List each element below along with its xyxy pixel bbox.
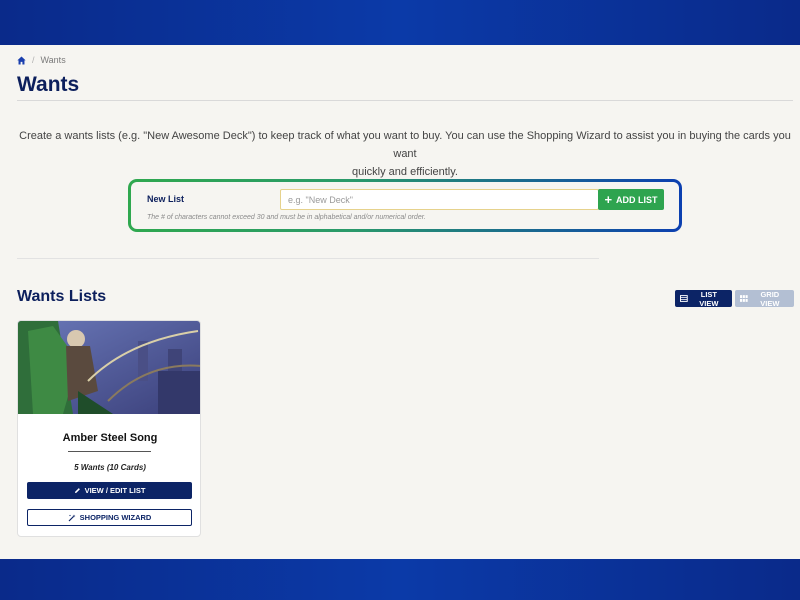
wants-list-card: Amber Steel Song 5 Wants (10 Cards) VIEW… xyxy=(17,320,201,537)
view-toggle: LIST VIEW GRID VIEW xyxy=(675,289,794,308)
shopping-wizard-label: SHOPPING WIZARD xyxy=(79,513,152,522)
card-title: Amber Steel Song xyxy=(62,432,158,444)
breadcrumb-separator: / xyxy=(32,55,35,65)
plus-icon: + xyxy=(604,192,613,207)
card-artwork xyxy=(18,321,200,414)
list-view-button[interactable]: LIST VIEW xyxy=(675,289,732,308)
breadcrumb-current: Wants xyxy=(40,55,66,65)
list-icon xyxy=(680,295,688,302)
add-list-label: ADD LIST xyxy=(616,194,658,205)
grid-view-button[interactable]: GRID VIEW xyxy=(735,289,794,308)
grid-icon xyxy=(740,295,748,302)
new-list-input[interactable] xyxy=(280,189,599,210)
magic-wand-icon xyxy=(68,514,76,521)
card-want-count: 5 Wants (10 Cards) xyxy=(74,463,146,472)
card-divider xyxy=(68,451,151,452)
wants-lists-title: Wants Lists xyxy=(17,288,107,305)
intro-line-1: Create a wants lists (e.g. "New Awesome … xyxy=(19,130,791,160)
main-content: / Wants Wants Create a wants lists (e.g.… xyxy=(0,45,800,559)
new-list-label: New List xyxy=(147,194,185,204)
list-view-label: LIST VIEW xyxy=(699,289,719,308)
view-edit-list-label: VIEW / EDIT LIST xyxy=(84,486,146,495)
add-list-button[interactable]: + ADD LIST xyxy=(598,189,664,210)
new-list-hint: The # of characters cannot exceed 30 and… xyxy=(147,214,426,221)
intro-text: Create a wants lists (e.g. "New Awesome … xyxy=(17,127,793,181)
grid-view-label: GRID VIEW xyxy=(760,289,780,308)
new-list-form: New List + ADD LIST The # of characters … xyxy=(128,179,682,232)
title-divider xyxy=(17,100,793,101)
home-icon[interactable] xyxy=(17,55,26,65)
view-edit-list-button[interactable]: VIEW / EDIT LIST xyxy=(27,482,192,499)
pencil-icon xyxy=(74,488,80,493)
section-divider xyxy=(17,258,599,259)
breadcrumb: / Wants xyxy=(17,55,66,65)
page-title: Wants xyxy=(17,73,80,96)
shopping-wizard-button[interactable]: SHOPPING WIZARD xyxy=(27,509,192,526)
